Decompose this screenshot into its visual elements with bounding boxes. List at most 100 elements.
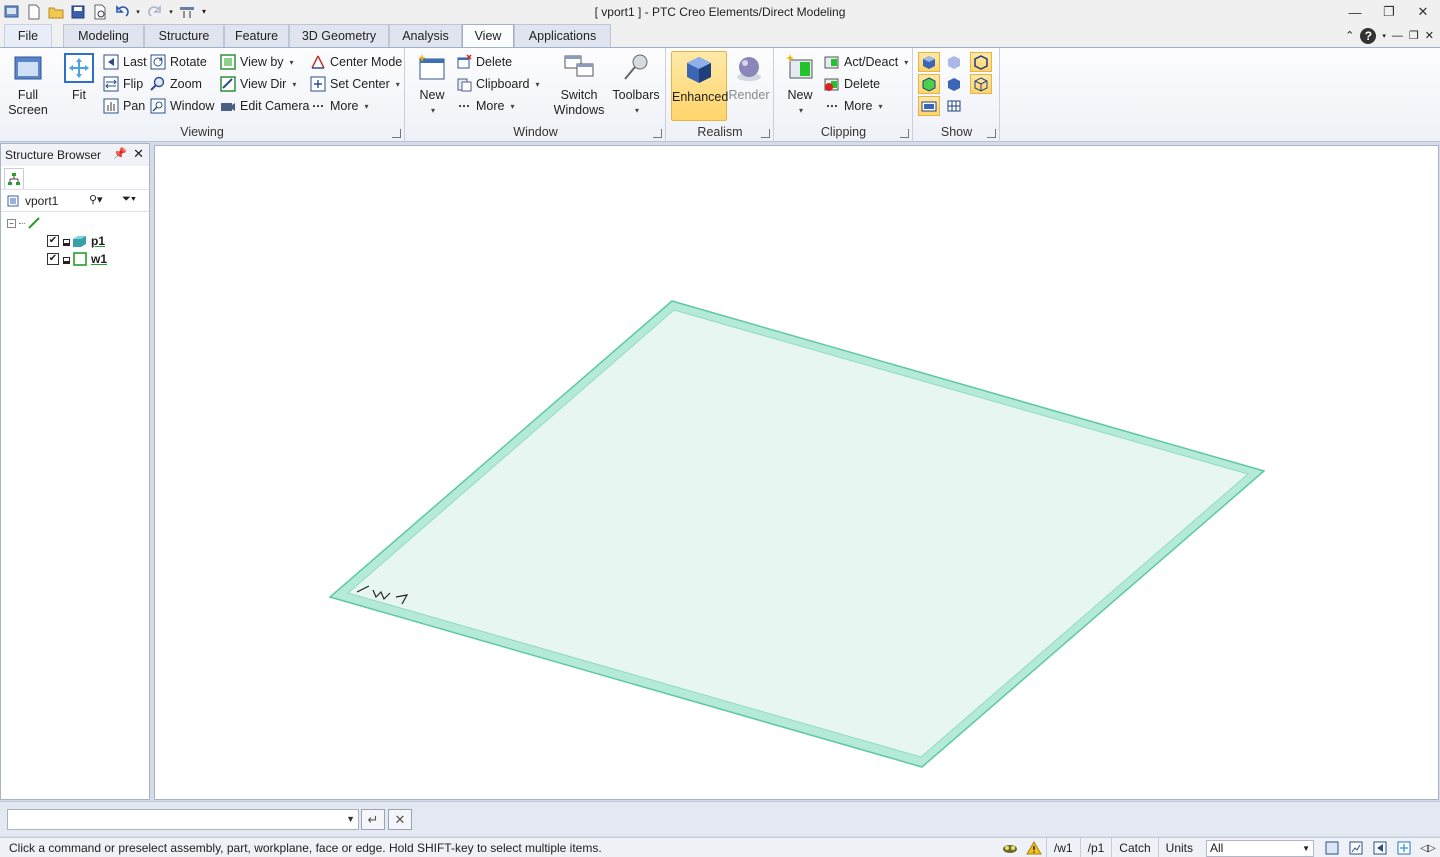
units-button[interactable]: Units (1157, 838, 1200, 857)
realism-group: Enhanced Render Realism (667, 48, 774, 142)
workplane-w1-face[interactable] (346, 309, 1250, 758)
close-button[interactable]: ✕ (1406, 0, 1440, 24)
window-group: New ▾ Delete Clipboard ▾ … More ▾ Switch W… (406, 48, 666, 142)
tree-item-w1[interactable]: ✔ w1 (47, 250, 107, 268)
show-hidden-lines-icon[interactable] (918, 74, 940, 94)
toolbars-dropdown-icon: ▾ (634, 106, 639, 115)
show-group: Show (914, 48, 1000, 142)
p1-label[interactable]: p1 (91, 234, 105, 248)
window-zoom-icon (150, 98, 166, 114)
recorder-icon[interactable] (1001, 840, 1019, 856)
doc-close-icon[interactable]: ✕ (1425, 29, 1434, 42)
zoom-button[interactable]: Zoom (150, 74, 202, 94)
window-dialog-launcher-icon[interactable] (653, 129, 662, 138)
clipping-more-button[interactable]: … More ▾ (824, 96, 883, 116)
active-workplane-indicator[interactable]: /w1 (1045, 838, 1080, 857)
tree-item-p1[interactable]: ✔ p1 (47, 232, 105, 250)
rotate-button[interactable]: Rotate (150, 52, 207, 72)
fit-button[interactable]: Fit (58, 50, 100, 103)
window-title: [ vport1 ] - PTC Creo Elements/Direct Mo… (594, 5, 846, 19)
switch-windows-button[interactable]: Switch Windows (548, 50, 610, 118)
view-by-button[interactable]: View by ▾ (220, 52, 294, 72)
w1-label[interactable]: w1 (91, 252, 107, 266)
window-zoom-button[interactable]: Window (150, 96, 214, 116)
view-dir-button[interactable]: View Dir ▾ (220, 74, 296, 94)
pan-button[interactable]: Pan (103, 96, 145, 116)
binoculars-icon[interactable]: ⚲▾ (89, 193, 103, 206)
scroll-arrows-icon[interactable]: ◁▷ (1419, 840, 1437, 856)
new-clipping-button[interactable]: New ▾ (781, 50, 819, 118)
render-button[interactable]: Render (727, 50, 771, 103)
tab-feature[interactable]: Feature (224, 24, 289, 47)
delete-window-button[interactable]: Delete (456, 52, 512, 72)
command-execute-button[interactable]: ↵ (361, 809, 385, 830)
pin-icon[interactable]: 📌 (113, 147, 127, 160)
w1-visibility-checkbox[interactable]: ✔ (47, 253, 59, 265)
show-shaded-icon[interactable] (918, 52, 940, 72)
enhanced-realism-button[interactable]: Enhanced (671, 51, 728, 121)
toolbars-button[interactable]: Toolbars ▾ (611, 50, 661, 118)
flip-button[interactable]: Flip (103, 74, 143, 94)
p1-visibility-checkbox[interactable]: ✔ (47, 235, 59, 247)
show-silhouette-icon[interactable] (943, 74, 965, 94)
set-center-button[interactable]: Set Center ▾ (310, 74, 400, 94)
warning-icon[interactable] (1025, 840, 1043, 856)
help-icon[interactable]: ? (1360, 27, 1377, 44)
tab-view[interactable]: View (462, 24, 514, 48)
tab-analysis[interactable]: Analysis (389, 24, 462, 47)
tab-applications[interactable]: Applications (514, 24, 611, 47)
doc-restore-icon[interactable]: ❐ (1409, 29, 1419, 42)
act-deact-button[interactable]: Act/Deact ▾ (824, 52, 908, 72)
tab-file[interactable]: File (4, 24, 52, 47)
close-panel-icon[interactable]: ✕ (133, 146, 144, 162)
show-dialog-launcher-icon[interactable] (987, 129, 996, 138)
edit-camera-button[interactable]: Edit Camera (220, 96, 309, 116)
viewport-name[interactable]: vport1 (25, 194, 58, 208)
realism-dialog-launcher-icon[interactable] (761, 129, 770, 138)
command-input[interactable]: ▼ (7, 809, 359, 830)
show-wireframe-icon[interactable] (970, 74, 992, 94)
tab-structure[interactable]: Structure (144, 24, 224, 47)
window-more-button[interactable]: … More ▾ (456, 96, 515, 116)
command-cancel-button[interactable]: ✕ (388, 809, 412, 830)
full-screen-button[interactable]: Full Screen (6, 50, 50, 118)
viewing-dialog-launcher-icon[interactable] (392, 129, 401, 138)
capture-icon[interactable] (1347, 840, 1365, 856)
show-edges-icon[interactable] (970, 52, 992, 72)
status-right-section: /w1 /p1 Catch Units All ▼ ◁▷ (998, 838, 1440, 857)
tree-view-tab-icon[interactable] (4, 168, 24, 189)
fit-view-status-icon[interactable] (1395, 840, 1413, 856)
center-mode-button[interactable]: Center Mode (310, 52, 402, 72)
minimize-button[interactable]: — (1338, 0, 1372, 24)
show-workplanes-icon[interactable] (918, 96, 940, 116)
delete-clip-icon (824, 78, 839, 91)
minimize-ribbon-icon[interactable]: ⌃ (1345, 29, 1354, 42)
new-window-button[interactable]: New ▾ (414, 50, 450, 118)
viewport-canvas[interactable] (155, 146, 1440, 801)
selection-filter-select[interactable]: All ▼ (1206, 839, 1314, 857)
last-view-button[interactable]: Last (103, 52, 147, 72)
back-view-icon[interactable] (1371, 840, 1389, 856)
doc-minimize-icon[interactable]: — (1392, 30, 1403, 42)
clipping-dialog-launcher-icon[interactable] (900, 129, 909, 138)
new-window-label: New (419, 88, 445, 102)
delete-clipping-button[interactable]: Delete (824, 74, 880, 94)
view-dir-icon (220, 76, 236, 92)
tab-modeling[interactable]: Modeling (63, 24, 144, 47)
maximize-button[interactable]: ❐ (1372, 0, 1406, 24)
filter-icon[interactable]: ⏷▾ (122, 193, 136, 206)
collapse-icon[interactable]: − (7, 218, 16, 228)
clipboard-button[interactable]: Clipboard ▾ (456, 74, 540, 94)
viewing-more-button[interactable]: … More ▾ (310, 96, 369, 116)
help-dropdown-icon[interactable]: ▾ (1382, 32, 1386, 40)
command-history-dropdown-icon[interactable]: ▼ (346, 814, 355, 824)
show-transparent-icon[interactable] (943, 52, 965, 72)
catch-button[interactable]: Catch (1111, 838, 1157, 857)
tree-root[interactable]: − (7, 214, 40, 232)
single-viewport-icon[interactable] (1323, 840, 1341, 856)
show-grid-icon[interactable] (943, 96, 965, 116)
graphics-viewport[interactable] (154, 145, 1439, 800)
tab-3d-geometry[interactable]: 3D Geometry (289, 24, 389, 47)
full-screen-label: Full Screen (8, 88, 48, 117)
active-part-indicator[interactable]: /p1 (1079, 838, 1112, 857)
